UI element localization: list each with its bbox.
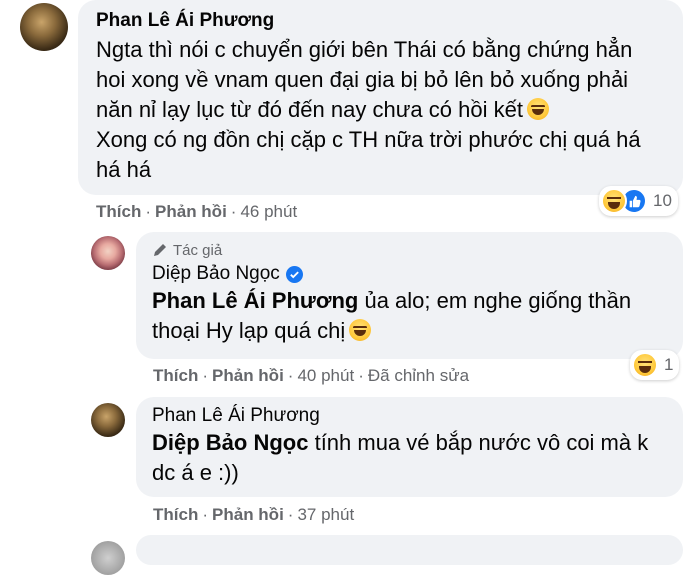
haha-icon <box>601 188 627 214</box>
comment-text: Phan Lê Ái Phương ủa alo; em nghe giống … <box>152 286 667 346</box>
comment-actions: Thích · Phản hồi · 40 phút · Đã chỉnh sử… <box>153 366 469 386</box>
comment-author[interactable]: Phan Lê Ái Phương <box>152 405 667 427</box>
separator: · <box>145 202 152 221</box>
avatar[interactable] <box>20 3 68 51</box>
comment-text-part: Xong có ng đồn chị cặp c TH nữa trời phư… <box>96 127 641 182</box>
reaction-count: 1 <box>664 355 674 374</box>
reaction-summary[interactable]: 1 <box>630 350 680 380</box>
comment-author[interactable]: Phan Lê Ái Phương <box>96 10 665 32</box>
laughing-emoji-icon <box>526 98 549 120</box>
haha-icon <box>632 352 658 378</box>
laughing-emoji-icon <box>349 319 372 341</box>
comment-text-part: Ngta thì nói c chuyển giới bên Thái có b… <box>96 37 633 122</box>
comment-actions: Thích · Phản hồi · 46 phút <box>96 202 297 222</box>
like-link[interactable]: Thích <box>153 505 198 525</box>
timestamp[interactable]: 37 phút <box>297 505 354 525</box>
author-tag: Tác giả <box>152 240 667 260</box>
like-link[interactable]: Thích <box>153 366 198 386</box>
separator: · <box>230 202 237 221</box>
reaction-count: 10 <box>653 191 672 210</box>
verified-badge-icon <box>285 265 303 283</box>
separator: · <box>202 505 209 524</box>
mention-link[interactable]: Diệp Bảo Ngọc <box>152 430 308 455</box>
separator: · <box>287 505 294 524</box>
comment-bubble <box>136 535 683 565</box>
comment-text: Ngta thì nói c chuyển giới bên Thái có b… <box>96 35 665 185</box>
timestamp[interactable]: 46 phút <box>240 202 297 222</box>
avatar[interactable] <box>91 403 125 437</box>
reaction-summary[interactable]: 10 <box>599 186 678 216</box>
author-tag-label: Tác giả <box>173 241 223 259</box>
pen-icon <box>154 244 166 256</box>
comment-bubble: Tác giả Diệp Bảo Ngọc Phan Lê Ái Phương … <box>136 232 683 359</box>
comment-text: Diệp Bảo Ngọc tính mua vé bắp nước vô co… <box>152 428 667 488</box>
like-link[interactable]: Thích <box>96 202 141 222</box>
comment-actions: Thích · Phản hồi · 37 phút <box>153 505 354 525</box>
reply-link[interactable]: Phản hồi <box>212 505 284 525</box>
edited-label: Đã chỉnh sửa <box>367 366 470 385</box>
reply-link[interactable]: Phản hồi <box>212 366 284 386</box>
separator: · <box>202 366 209 385</box>
reply-link[interactable]: Phản hồi <box>155 202 227 222</box>
mention-link[interactable]: Phan Lê Ái Phương <box>152 288 358 313</box>
avatar[interactable] <box>91 236 125 270</box>
comment-author[interactable]: Diệp Bảo Ngọc <box>152 263 280 285</box>
separator: · <box>287 366 294 385</box>
comment-bubble: Phan Lê Ái Phương Ngta thì nói c chuyển … <box>78 0 683 195</box>
separator: · <box>358 366 364 385</box>
avatar[interactable] <box>91 541 125 575</box>
comment-bubble: Phan Lê Ái Phương Diệp Bảo Ngọc tính mua… <box>136 397 683 497</box>
timestamp[interactable]: 40 phút <box>297 366 354 386</box>
